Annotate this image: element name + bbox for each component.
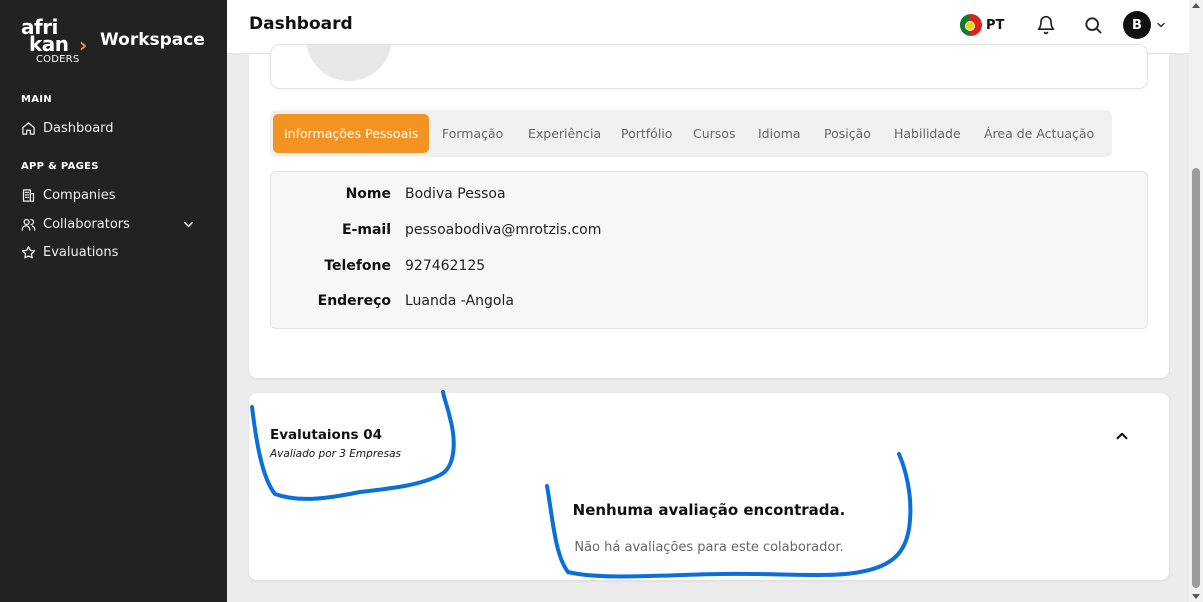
- scrollbar-thumb[interactable]: [1192, 168, 1200, 588]
- profile-section: Informações Pessoais Formação Experiênci…: [249, 44, 1169, 378]
- info-label: E-mail: [341, 222, 391, 238]
- info-row-email: E-mail pessoabodiva@mrotzis.com: [271, 222, 1147, 244]
- home-icon: [22, 121, 35, 135]
- sidebar-item-companies[interactable]: Companies: [21, 184, 207, 206]
- sidebar-item-label: Evaluations: [43, 244, 119, 260]
- logo-line-2: kan: [29, 32, 69, 56]
- search-icon[interactable]: [1083, 15, 1103, 35]
- tab-habilidade[interactable]: Habilidade: [894, 114, 961, 153]
- profile-photo: [306, 45, 392, 81]
- tab-idioma[interactable]: Idioma: [758, 114, 801, 153]
- star-icon: [21, 245, 36, 258]
- tab-area-de-actuacao[interactable]: Área de Actuação: [984, 114, 1094, 153]
- sidebar: afri kan › CODERS Workspace MAIN Dashboa…: [0, 0, 227, 602]
- sidebar-item-label: Dashboard: [43, 120, 114, 136]
- empty-state-title: Nenhuma avaliação encontrada.: [572, 501, 846, 519]
- info-value: Luanda -Angola: [405, 293, 514, 309]
- page-title: Dashboard: [249, 14, 353, 34]
- building-icon: [22, 188, 35, 202]
- avatar[interactable]: B: [1123, 11, 1151, 39]
- vertical-scrollbar[interactable]: [1189, 0, 1203, 602]
- tab-cursos[interactable]: Cursos: [693, 114, 735, 153]
- info-label: Nome: [345, 186, 391, 202]
- sidebar-item-label: Companies: [43, 187, 116, 203]
- chevron-down-icon[interactable]: [181, 217, 196, 232]
- info-value: 927462125: [405, 258, 486, 274]
- language-code: PT: [986, 17, 1005, 33]
- evaluations-subtitle: Avaliado por 3 Empresas: [270, 448, 401, 460]
- sidebar-section-apps: APP & PAGES: [21, 161, 99, 172]
- info-label: Endereço: [317, 293, 391, 309]
- brand-logo[interactable]: afri kan › CODERS Workspace: [21, 16, 211, 66]
- sidebar-section-main: MAIN: [21, 94, 52, 105]
- empty-state-message: Não há avaliações para este colaborador.: [574, 540, 844, 555]
- sidebar-item-collaborators[interactable]: Collaborators: [21, 213, 207, 235]
- sidebar-item-evaluations[interactable]: Evaluations: [21, 241, 207, 263]
- bell-icon[interactable]: [1036, 15, 1056, 35]
- tab-portfolio[interactable]: Portfólio: [621, 114, 672, 153]
- sidebar-item-dashboard[interactable]: Dashboard: [21, 117, 207, 139]
- chevron-down-icon[interactable]: [1155, 19, 1167, 31]
- tab-informacoes-pessoais[interactable]: Informações Pessoais: [273, 114, 430, 153]
- sidebar-item-label: Collaborators: [43, 216, 130, 232]
- info-value: pessoabodiva@mrotzis.com: [405, 222, 602, 238]
- tab-posicao[interactable]: Posição: [824, 114, 871, 153]
- scroll-down-arrow-icon[interactable]: [1192, 594, 1200, 599]
- portugal-flag-icon: [960, 14, 982, 36]
- info-row-telefone: Telefone 927462125: [271, 258, 1147, 280]
- profile-tabs: Informações Pessoais Formação Experiênci…: [270, 110, 1112, 157]
- users-icon: [21, 218, 36, 231]
- evaluations-title: Evalutaions: [270, 427, 359, 443]
- logo-workspace-label: Workspace: [100, 30, 205, 50]
- tab-experiencia[interactable]: Experiência: [528, 114, 601, 153]
- info-label: Telefone: [324, 258, 391, 274]
- evaluations-heading: Evalutaions 04: [270, 427, 382, 443]
- personal-info-panel: Nome Bodiva Pessoa E-mail pessoabodiva@m…: [270, 171, 1148, 329]
- chevron-up-icon[interactable]: [1113, 427, 1131, 445]
- logo-arrow-icon: ›: [79, 33, 88, 57]
- evaluations-section: Evalutaions 04 Avaliado por 3 Empresas N…: [249, 393, 1169, 580]
- evaluations-count: 04: [363, 427, 382, 443]
- info-row-nome: Nome Bodiva Pessoa: [271, 186, 1147, 208]
- language-selector[interactable]: PT: [960, 14, 1004, 36]
- info-row-endereco: Endereço Luanda -Angola: [271, 293, 1147, 315]
- tab-formacao[interactable]: Formação: [442, 114, 503, 153]
- profile-header-card: [270, 44, 1148, 89]
- logo-subtitle: CODERS: [36, 54, 80, 65]
- info-value: Bodiva Pessoa: [405, 186, 506, 202]
- scroll-up-arrow-icon[interactable]: [1192, 3, 1200, 8]
